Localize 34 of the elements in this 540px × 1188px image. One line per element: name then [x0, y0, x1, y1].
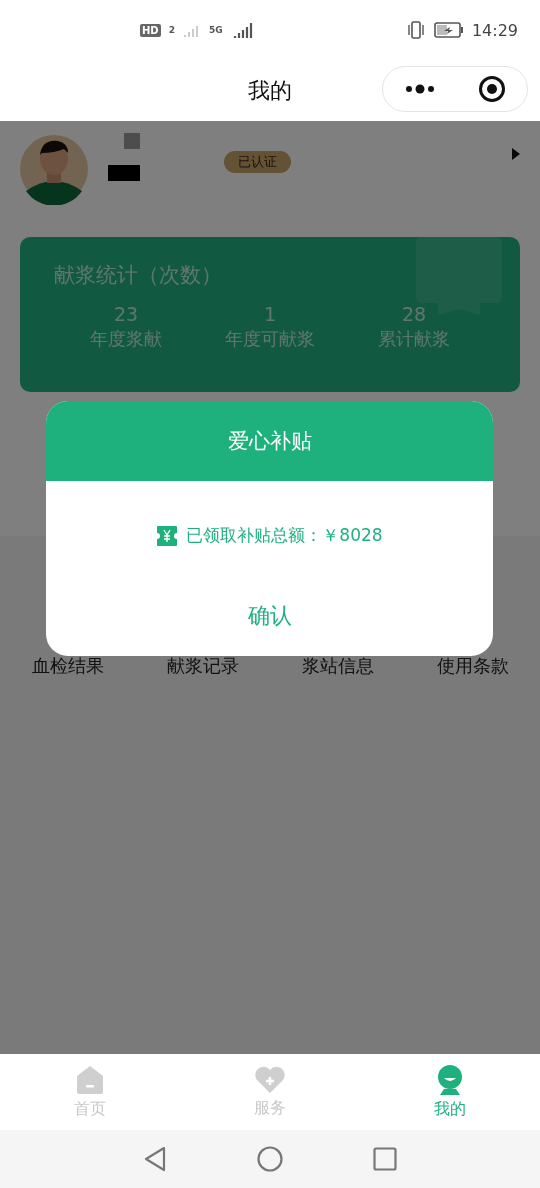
- home-button-icon[interactable]: [257, 1146, 283, 1172]
- menu-label[interactable]: 浆站信息: [301, 654, 374, 678]
- battery-icon: [433, 22, 464, 38]
- stat-value: 1: [263, 303, 277, 325]
- coupon-icon: [156, 524, 179, 547]
- stat-label: 年度可献浆: [225, 327, 315, 351]
- more-icon[interactable]: [404, 84, 435, 94]
- heart-plus-icon: [254, 1065, 286, 1094]
- page-title: 我的: [248, 76, 292, 105]
- arrow-icon[interactable]: [512, 148, 520, 160]
- stat-label: 年度浆献: [90, 327, 162, 351]
- stat-label: 累计献浆: [378, 327, 450, 351]
- menu-label[interactable]: 使用条款: [436, 654, 509, 678]
- network-label: 5G: [208, 25, 223, 35]
- stats-title: 献浆统计（次数）: [54, 262, 223, 289]
- close-icon[interactable]: [477, 75, 506, 103]
- stat-value: 28: [401, 303, 427, 325]
- tab[interactable]: 我的: [360, 1054, 540, 1130]
- menu-label[interactable]: 献浆记录: [166, 654, 239, 678]
- verified-badge: 已认证: [224, 151, 291, 173]
- home-icon: [76, 1064, 104, 1095]
- back-icon[interactable]: [143, 1146, 167, 1172]
- avatar: [20, 133, 88, 205]
- confirm-button[interactable]: 确认: [239, 599, 300, 633]
- user-icon: [436, 1064, 464, 1095]
- vibrate-icon: [405, 20, 426, 40]
- hd-badge: HD: [140, 23, 161, 37]
- sim-number: 2: [168, 25, 175, 35]
- stat-value: 23: [113, 303, 139, 325]
- menu-label[interactable]: 血检结果: [31, 654, 104, 678]
- recents-icon[interactable]: [373, 1147, 397, 1171]
- dialog-title: 爱心补贴: [227, 428, 312, 455]
- clock: 14:29: [471, 20, 518, 40]
- subsidy-message: 已领取补贴总额：￥8028: [186, 524, 383, 547]
